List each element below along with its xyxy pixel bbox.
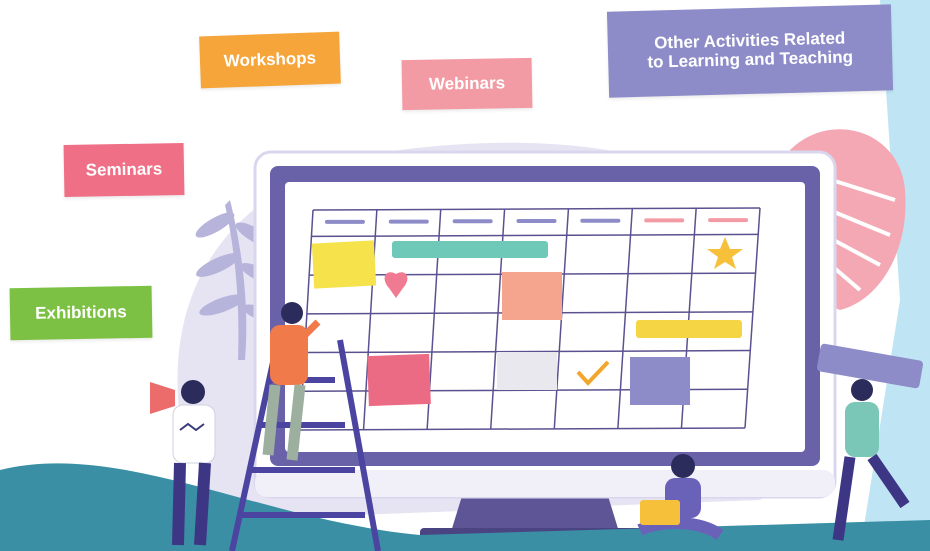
megaphone-icon <box>150 382 175 414</box>
tag-webinars-label: Webinars <box>428 72 506 94</box>
sticky-note-peach <box>502 272 562 320</box>
monitor <box>253 150 837 499</box>
calendar-header-bar <box>580 218 621 223</box>
calendar-header-bar <box>516 219 557 223</box>
tag-seminars-label: Seminars <box>85 158 163 180</box>
sticky-note-lavender <box>630 357 690 405</box>
tag-seminars: Seminars <box>63 142 185 198</box>
tag-other-activities: Other Activities Related to Learning and… <box>606 4 894 98</box>
tag-workshops: Workshops <box>199 31 341 89</box>
tag-other-label-line2: to Learning and Teaching <box>647 47 854 72</box>
calendar-header-bar <box>644 218 685 223</box>
tag-webinars: Webinars <box>401 57 533 111</box>
sticky-note-yellow <box>311 240 377 289</box>
calendar-header-bar <box>388 219 429 224</box>
laptop-icon <box>640 500 680 525</box>
calendar-header-bar <box>452 219 493 224</box>
tag-exhibitions-label: Exhibitions <box>35 301 127 323</box>
tag-exhibitions: Exhibitions <box>9 285 153 341</box>
cell-highlight <box>497 352 557 390</box>
sticky-note-pink <box>367 353 431 407</box>
calendar-header-bar <box>324 219 365 224</box>
tag-workshops-label: Workshops <box>223 48 317 71</box>
event-bar-yellow <box>636 320 742 338</box>
calendar-header-bar <box>708 218 749 223</box>
event-bar-teal <box>392 241 548 258</box>
illustration-stage: Workshops Webinars Other Activities Rela… <box>0 0 930 551</box>
